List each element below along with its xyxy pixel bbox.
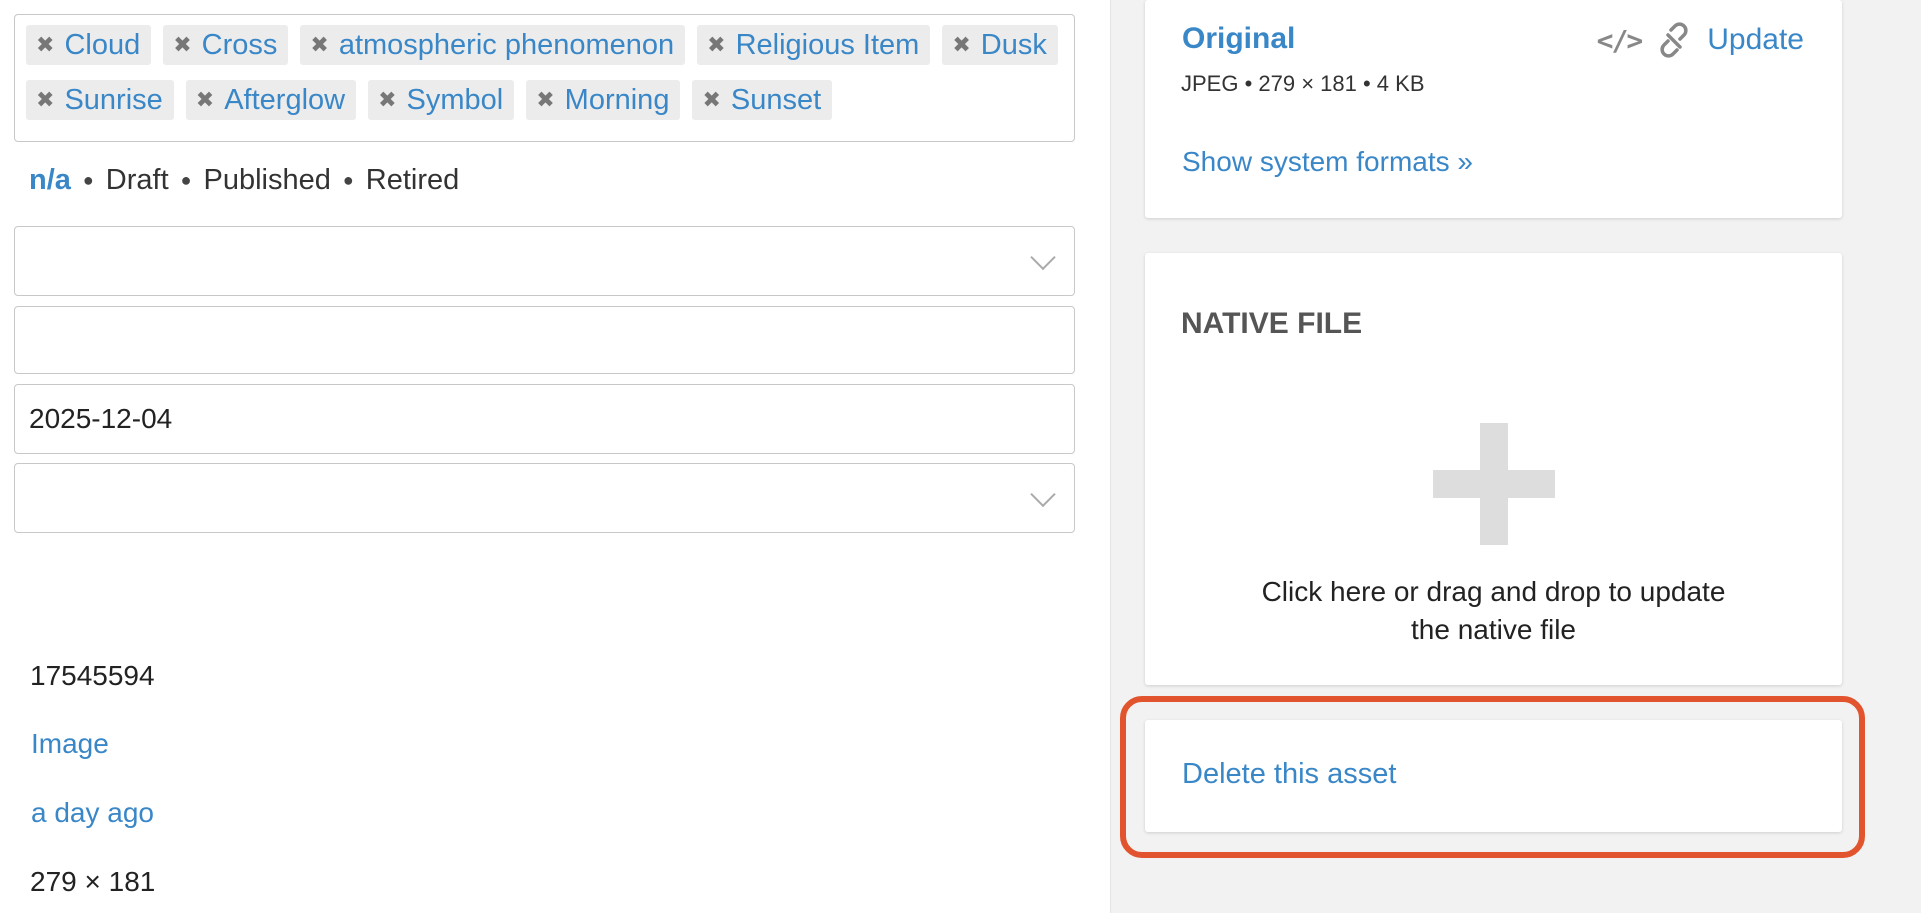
original-format-link[interactable]: Original xyxy=(1182,22,1295,56)
tag-label: Symbol xyxy=(406,83,504,116)
status-selector: n/a ● Draft ● Published ● Retired xyxy=(29,164,460,197)
remove-tag-icon[interactable]: ✖ xyxy=(707,34,725,56)
text-field-1[interactable] xyxy=(14,306,1075,374)
tag-chip[interactable]: ✖ Morning xyxy=(526,80,681,120)
show-system-formats-link[interactable]: Show system formats » xyxy=(1182,146,1473,178)
asset-type-link[interactable]: Image xyxy=(31,728,109,760)
tag-label: atmospheric phenomenon xyxy=(338,28,675,61)
tag-label: Dusk xyxy=(980,28,1047,61)
tag-chip[interactable]: ✖ Sunset xyxy=(692,80,833,120)
date-field[interactable]: 2025-12-04 xyxy=(14,384,1075,454)
native-file-dropzone[interactable]: NATIVE FILE Click here or drag and drop … xyxy=(1145,253,1842,685)
remove-tag-icon[interactable]: ✖ xyxy=(378,89,396,111)
remove-tag-icon[interactable]: ✖ xyxy=(952,34,970,56)
asset-metadata-panel: ✖ Cloud ✖ Cross ✖ atmospheric phenomenon ✖ Reli… xyxy=(0,0,1110,913)
highlight-outline xyxy=(1120,696,1865,858)
select-field-1[interactable] xyxy=(14,226,1075,296)
modified-link[interactable]: a day ago xyxy=(31,797,154,829)
remove-tag-icon[interactable]: ✖ xyxy=(36,89,54,111)
tag-label: Sunrise xyxy=(64,83,163,116)
native-file-help: Click here or drag and drop to update th… xyxy=(1261,576,1726,645)
chevron-down-icon xyxy=(1030,244,1056,271)
tag-label: Cross xyxy=(201,28,278,61)
tag-label: Sunset xyxy=(730,83,822,116)
remove-tag-icon[interactable]: ✖ xyxy=(36,34,54,56)
tag-chip[interactable]: ✖ Religious Item xyxy=(697,25,931,65)
chevron-down-icon xyxy=(1030,481,1056,508)
remove-tag-icon[interactable]: ✖ xyxy=(310,34,328,56)
embed-code-icon[interactable]: </> xyxy=(1597,24,1644,57)
remove-tag-icon[interactable]: ✖ xyxy=(702,89,720,111)
tag-label: Morning xyxy=(564,83,670,116)
tag-chip[interactable]: ✖ Dusk xyxy=(942,25,1058,65)
asset-id: 17545594 xyxy=(30,660,155,691)
tag-chip[interactable]: ✖ Afterglow xyxy=(185,80,357,120)
tag-chip[interactable]: ✖ Symbol xyxy=(368,80,515,120)
tag-chip[interactable]: ✖ Cloud xyxy=(26,25,152,65)
remove-tag-icon[interactable]: ✖ xyxy=(196,89,214,111)
tag-label: Cloud xyxy=(64,28,141,61)
formats-card: Original JPEG • 279 × 181 • 4 KB </> Upd… xyxy=(1145,0,1842,218)
status-option-retired[interactable]: Retired xyxy=(366,164,460,197)
native-file-title: NATIVE FILE xyxy=(1181,307,1363,340)
tag-chip[interactable]: ✖ atmospheric phenomenon xyxy=(300,25,686,65)
original-format-meta: JPEG • 279 × 181 • 4 KB xyxy=(1181,71,1425,96)
remove-tag-icon[interactable]: ✖ xyxy=(173,34,191,56)
tag-chip[interactable]: ✖ Sunrise xyxy=(26,80,174,120)
tag-chip[interactable]: ✖ Cross xyxy=(163,25,289,65)
status-option-draft[interactable]: Draft xyxy=(106,164,169,197)
tag-label: Afterglow xyxy=(224,83,346,116)
remove-tag-icon[interactable]: ✖ xyxy=(536,89,554,111)
tag-label: Religious Item xyxy=(735,28,920,61)
status-option-published[interactable]: Published xyxy=(204,164,331,197)
link-icon[interactable] xyxy=(1655,22,1693,58)
select-field-2[interactable] xyxy=(14,463,1075,533)
asset-dimensions: 279 × 181 xyxy=(30,866,156,897)
update-format-link[interactable]: Update xyxy=(1707,23,1804,57)
tags-input[interactable]: ✖ Cloud ✖ Cross ✖ atmospheric phenomenon ✖ Reli… xyxy=(14,14,1075,142)
status-current[interactable]: n/a xyxy=(29,164,71,197)
